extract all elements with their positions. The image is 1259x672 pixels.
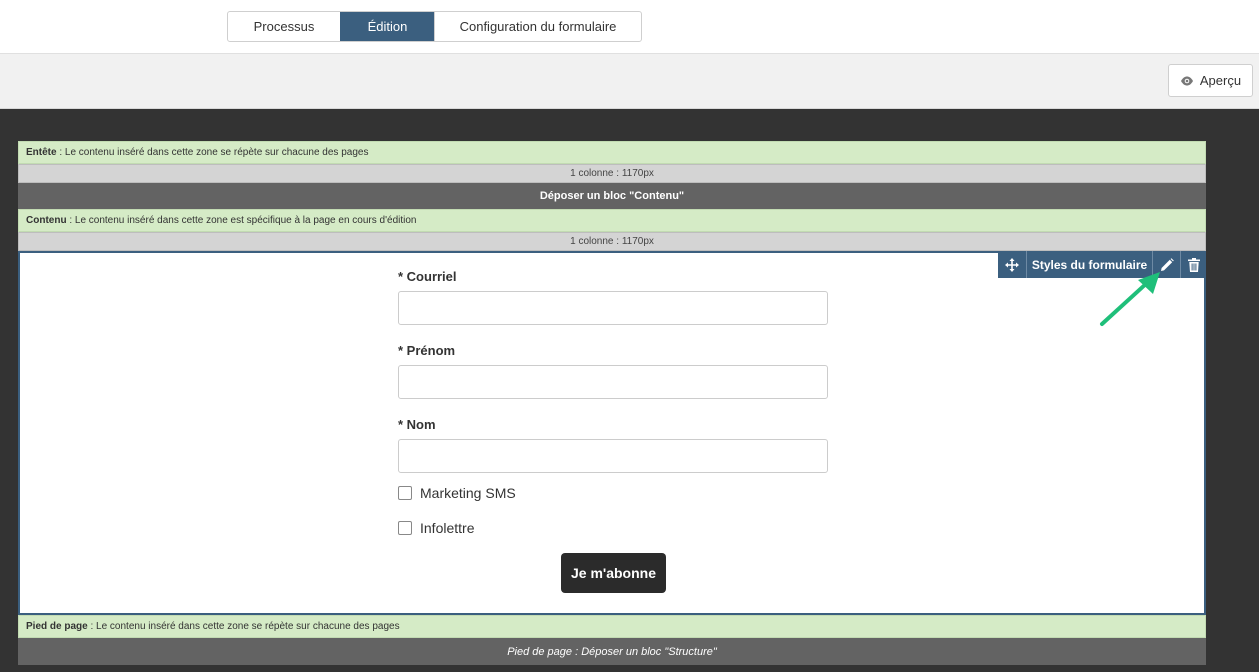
eye-icon (1180, 76, 1193, 85)
nom-input[interactable] (398, 439, 828, 473)
prenom-label: * Prénom (398, 342, 456, 358)
drop-content-block[interactable]: Déposer un bloc "Contenu" (18, 183, 1206, 209)
sms-checkbox[interactable] (398, 486, 412, 500)
drop-structure-block[interactable]: Pied de page : Déposer un bloc "Structur… (18, 638, 1206, 665)
sms-checkbox-label: Marketing SMS (420, 485, 516, 501)
mode-tabs: Processus Édition Configuration du formu… (227, 11, 642, 42)
footer-zone-title: Pied de page (26, 621, 88, 632)
editor-canvas: Entête : Le contenu inséré dans cette zo… (18, 141, 1206, 665)
footer-zone-label: Pied de page : Le contenu inséré dans ce… (18, 615, 1206, 638)
preview-button[interactable]: Aperçu (1168, 64, 1253, 97)
header-zone-title: Entête (26, 147, 57, 158)
preview-label: Aperçu (1199, 73, 1242, 88)
header-zone-label: Entête : Le contenu inséré dans cette zo… (18, 141, 1206, 164)
newsletter-checkbox-label: Infolettre (420, 520, 475, 536)
content-zone-text: : Le contenu inséré dans cette zone est … (66, 215, 417, 226)
courriel-input[interactable] (398, 291, 828, 325)
delete-button[interactable] (1180, 251, 1206, 278)
tab-edition[interactable]: Édition (340, 12, 434, 41)
header-column-bar[interactable]: 1 colonne : 1170px (18, 164, 1206, 183)
top-bar: Processus Édition Configuration du formu… (0, 0, 1259, 54)
content-zone-label: Contenu : Le contenu inséré dans cette z… (18, 209, 1206, 232)
prenom-input[interactable] (398, 365, 828, 399)
sms-checkbox-row[interactable]: Marketing SMS (398, 483, 828, 503)
header-zone-text: : Le contenu inséré dans cette zone se r… (56, 147, 369, 158)
nom-label: * Nom (398, 416, 436, 432)
footer-zone-text: : Le contenu inséré dans cette zone se r… (87, 621, 400, 632)
newsletter-checkbox-row[interactable]: Infolettre (398, 518, 828, 538)
tab-form-config[interactable]: Configuration du formulaire (434, 12, 641, 41)
content-column-bar[interactable]: 1 colonne : 1170px (18, 232, 1206, 251)
move-icon (1005, 257, 1019, 272)
subscribe-button[interactable]: Je m'abonne (561, 553, 666, 593)
subscription-form: * Courriel * Prénom * Nom Marketing SMS … (398, 266, 828, 538)
form-block[interactable]: Styles du formulaire * Courriel * Prénom… (18, 251, 1206, 615)
newsletter-checkbox[interactable] (398, 521, 412, 535)
pointer-arrow-icon (1100, 272, 1160, 326)
move-button[interactable] (998, 251, 1026, 278)
courriel-label: * Courriel (398, 268, 457, 284)
editor-toolbar: Aperçu (0, 54, 1259, 109)
trash-icon (1187, 257, 1200, 272)
content-zone-title: Contenu (26, 215, 67, 226)
tab-processus[interactable]: Processus (228, 12, 340, 41)
